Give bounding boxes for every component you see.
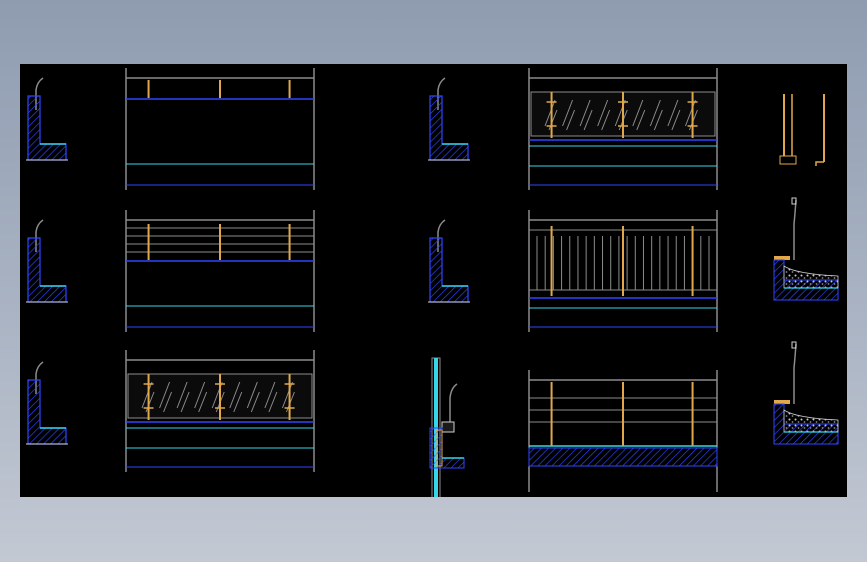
section-4	[428, 77, 470, 161]
section-6	[429, 357, 465, 497]
wall-section	[27, 379, 67, 445]
elevation-glass-2	[528, 68, 718, 190]
elevation-rails-on-slab	[528, 370, 718, 492]
detail-gravel-slab-2	[773, 341, 839, 445]
elevation-plain-posts	[125, 68, 315, 190]
wall-section	[429, 237, 469, 303]
gravel-bed	[783, 409, 839, 433]
wall-section	[27, 237, 67, 303]
section-1	[26, 77, 68, 161]
detail-post-bracket	[779, 94, 825, 166]
coping	[774, 256, 790, 260]
handrail-profile	[449, 383, 458, 426]
wall-section	[429, 95, 469, 161]
slab-section	[429, 427, 465, 469]
handrail-profile	[793, 199, 797, 260]
section-3	[26, 361, 68, 445]
section-5	[428, 219, 470, 303]
bracket	[441, 421, 455, 433]
elevation-glass-1	[125, 350, 315, 472]
slab	[528, 447, 718, 467]
cad-drawing	[26, 68, 839, 497]
elevation-horizontal-rails	[125, 210, 315, 332]
side-bracket	[815, 161, 824, 166]
base-plate	[779, 155, 797, 165]
gravel-bed	[783, 265, 839, 289]
section-2	[26, 219, 68, 303]
cad-drawing-canvas[interactable]	[20, 64, 847, 497]
detail-gravel-slab-1	[773, 197, 839, 301]
elevation-vertical-bars	[528, 210, 718, 332]
handrail-profile	[793, 343, 797, 404]
wall-section	[27, 95, 67, 161]
coping	[774, 400, 790, 404]
